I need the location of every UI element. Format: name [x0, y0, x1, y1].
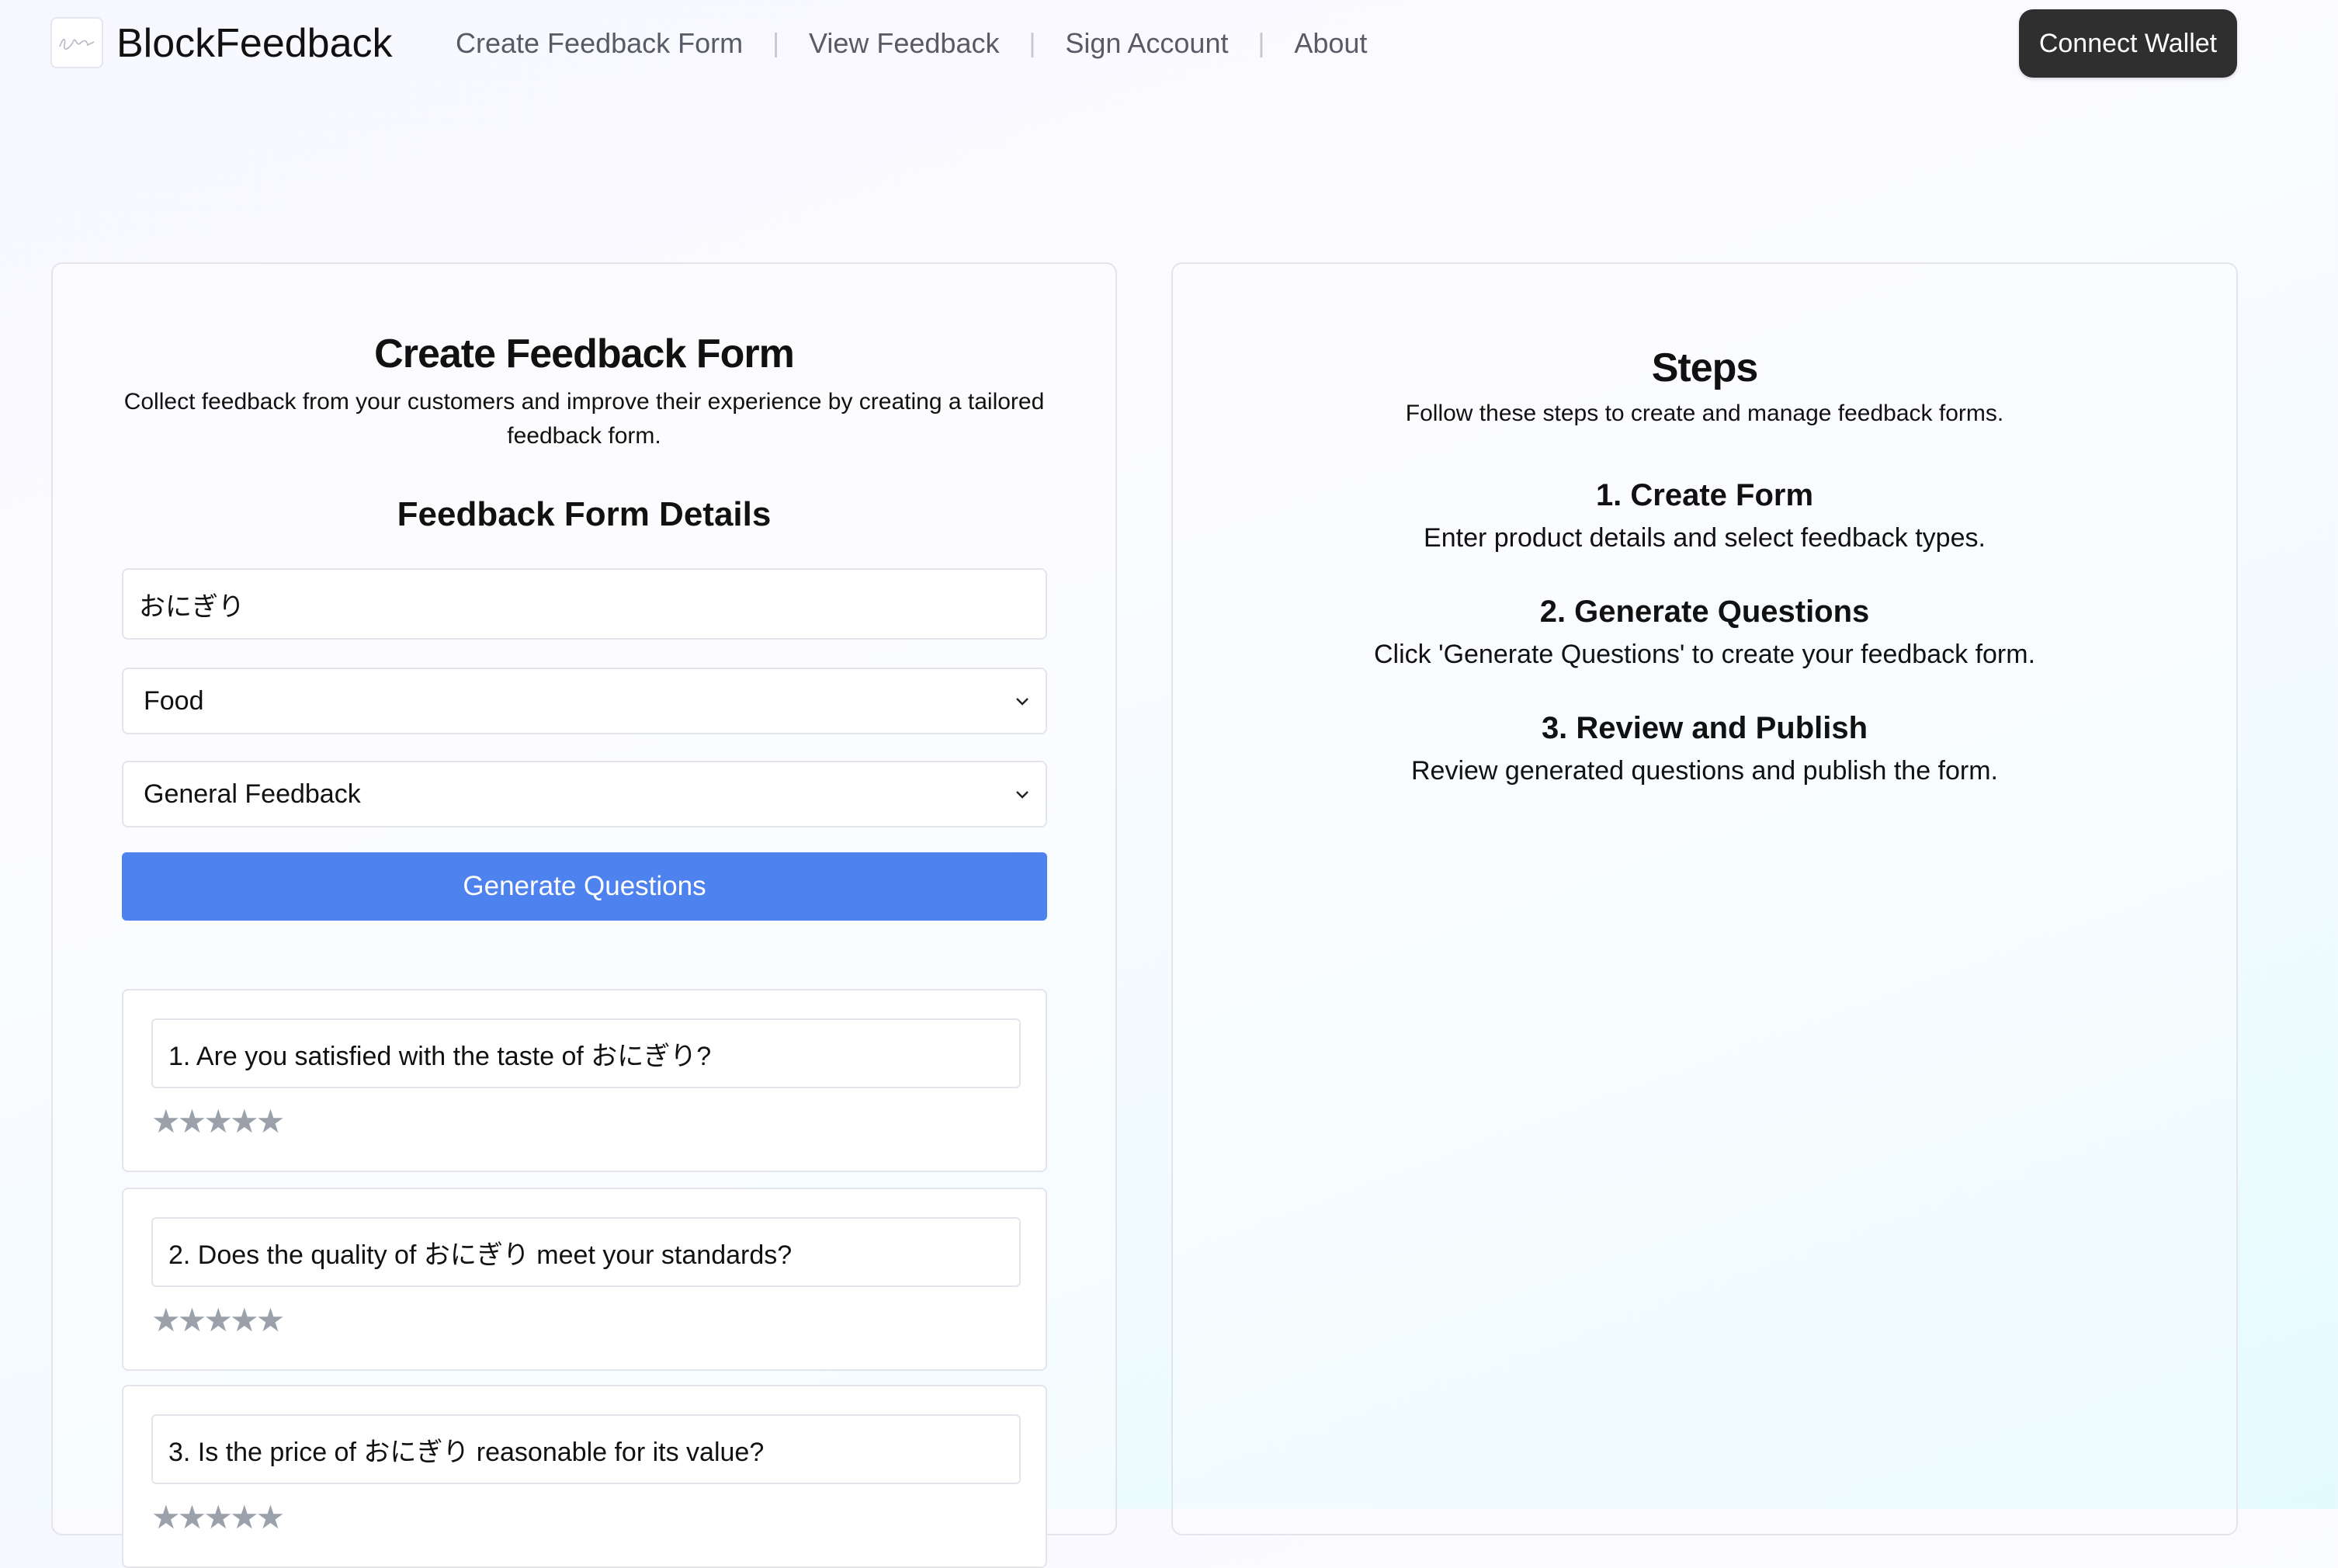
nav-separator: |: [1029, 29, 1036, 58]
star-icon[interactable]: ★: [151, 1501, 181, 1534]
nav-separator: |: [1257, 29, 1265, 58]
star-icon[interactable]: ★: [203, 1501, 233, 1534]
feedback-type-select[interactable]: General Feedback: [122, 761, 1047, 827]
form-details-title: Feedback Form Details: [397, 495, 772, 533]
star-icon[interactable]: ★: [178, 1105, 207, 1138]
brand-name[interactable]: BlockFeedback: [116, 16, 393, 71]
star-rating: ★ ★ ★ ★ ★: [151, 1105, 285, 1138]
step-1-title: 1. Create Form: [1595, 478, 1814, 512]
product-name-value: おにぎり: [139, 591, 245, 622]
chevron-down-icon: [1016, 791, 1029, 799]
step-3-title: 3. Review and Publish: [1541, 711, 1868, 745]
generate-questions-button[interactable]: Generate Questions: [122, 852, 1047, 921]
connect-wallet-button[interactable]: Connect Wallet: [2019, 9, 2237, 78]
steps-subtitle: Follow these steps to create and manage …: [1405, 401, 2004, 426]
main-nav: Create Feedback Form | View Feedback | S…: [456, 22, 1367, 65]
create-form-card: Create Feedback Form Collect feedback fr…: [51, 262, 1117, 1568]
form-title: Create Feedback Form: [374, 331, 795, 376]
step-3-desc: Review generated questions and publish t…: [1410, 756, 1999, 786]
feedback-type-select-value: General Feedback: [144, 779, 361, 809]
question-input[interactable]: 2. Does the quality of おにぎり meet your st…: [151, 1217, 1021, 1287]
star-icon[interactable]: ★: [230, 1105, 259, 1138]
step-2-title: 2. Generate Questions: [1539, 595, 1870, 629]
category-select-value: Food: [144, 685, 204, 716]
question-card: 2. Does the quality of おにぎり meet your st…: [122, 1188, 1047, 1371]
nav-separator: |: [772, 29, 779, 58]
question-card: 1. Are you satisfied with the taste of お…: [122, 989, 1047, 1172]
nav-view-feedback[interactable]: View Feedback: [809, 22, 999, 65]
product-name-input[interactable]: おにぎり: [122, 568, 1047, 640]
star-icon[interactable]: ★: [230, 1501, 259, 1534]
nav-about[interactable]: About: [1294, 22, 1367, 65]
star-icon[interactable]: ★: [203, 1304, 233, 1337]
star-rating: ★ ★ ★ ★ ★: [151, 1501, 285, 1534]
top-navbar: BlockFeedback Create Feedback Form | Vie…: [0, 0, 2338, 90]
form-subtitle: Collect feedback from your customers and…: [123, 389, 1045, 449]
star-icon[interactable]: ★: [151, 1304, 181, 1337]
chevron-down-icon: [1016, 698, 1029, 706]
question-card: 3. Is the price of おにぎり reasonable for i…: [122, 1385, 1047, 1568]
steps-card: Steps Follow these steps to create and m…: [1171, 262, 2238, 1535]
star-icon[interactable]: ★: [203, 1105, 233, 1138]
steps-title: Steps: [1651, 345, 1759, 390]
question-input[interactable]: 3. Is the price of おにぎり reasonable for i…: [151, 1414, 1021, 1484]
star-icon[interactable]: ★: [151, 1105, 181, 1138]
star-icon[interactable]: ★: [230, 1304, 259, 1337]
signature-logo-icon[interactable]: [50, 17, 103, 68]
step-2-desc: Click 'Generate Questions' to create you…: [1373, 640, 2036, 669]
step-1-desc: Enter product details and select feedbac…: [1424, 523, 1986, 553]
nav-sign-account[interactable]: Sign Account: [1065, 22, 1228, 65]
star-icon[interactable]: ★: [256, 1105, 286, 1138]
star-icon[interactable]: ★: [178, 1501, 207, 1534]
star-icon[interactable]: ★: [256, 1501, 286, 1534]
star-rating: ★ ★ ★ ★ ★: [151, 1304, 285, 1337]
nav-create-feedback-form[interactable]: Create Feedback Form: [456, 22, 743, 65]
star-icon[interactable]: ★: [256, 1304, 286, 1337]
star-icon[interactable]: ★: [178, 1304, 207, 1337]
category-select[interactable]: Food: [122, 668, 1047, 734]
question-input[interactable]: 1. Are you satisfied with the taste of お…: [151, 1018, 1021, 1088]
